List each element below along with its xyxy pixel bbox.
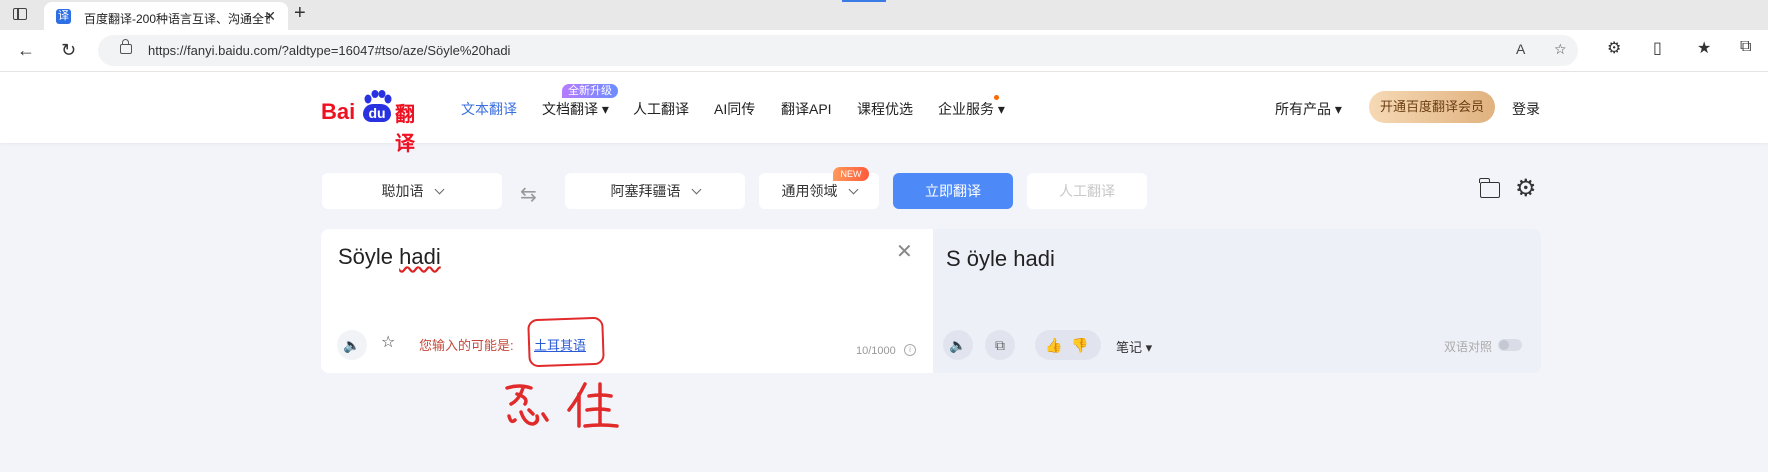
new-tab-icon[interactable]: +: [294, 2, 306, 25]
tab-actions-icon[interactable]: [13, 8, 27, 20]
target-panel: S öyle hadi 🔈 ⧉ 👍 👎 笔记 ▾ 双语对照: [933, 229, 1541, 373]
speaker-icon[interactable]: 🔈: [337, 330, 367, 360]
enterprise-notice-dot: [994, 95, 999, 100]
tab-strip-indicator: [842, 0, 886, 2]
character-counter: 10/1000: [856, 345, 896, 357]
extensions-icon[interactable]: ⚙: [1607, 38, 1621, 58]
star-icon[interactable]: ☆: [381, 332, 395, 352]
address-bar-row: ← ↻ https://fanyi.baidu.com/?aldtype=160…: [0, 30, 1768, 72]
back-icon[interactable]: ←: [17, 39, 35, 61]
nav-document-translate[interactable]: 文档翻译 ▾: [542, 99, 609, 119]
speaker-icon[interactable]: 🔈: [943, 330, 973, 360]
info-icon[interactable]: i: [904, 344, 916, 356]
nav-courses[interactable]: 课程优选: [857, 99, 913, 119]
bilingual-label: 双语对照: [1444, 340, 1493, 354]
chevron-down-icon: [434, 184, 444, 195]
split-screen-icon[interactable]: ▯: [1653, 38, 1662, 58]
baidu-translate-favicon-icon: 译: [56, 9, 71, 24]
logo-product-text: 翻译: [395, 104, 415, 155]
favorite-star-icon[interactable]: ☆: [1554, 41, 1567, 58]
source-text-input[interactable]: Söyle hadi: [338, 244, 441, 270]
annotation-circle: [527, 316, 605, 368]
url-box[interactable]: https://fanyi.baidu.com/?aldtype=16047#t…: [98, 35, 1578, 66]
read-aloud-icon[interactable]: A: [1516, 41, 1525, 57]
new-badge: NEW: [833, 167, 869, 181]
domain-label: 通用领域: [781, 183, 838, 199]
nav-enterprise[interactable]: 企业服务 ▾: [938, 99, 1005, 119]
misspelled-word: hadi: [399, 244, 441, 269]
close-tab-icon[interactable]: ✕: [264, 8, 276, 25]
source-panel: Söyle hadi ✕ 🔈 ☆ 您输入的可能是: 土耳其语 10/1000 i: [321, 229, 933, 373]
swap-languages-icon[interactable]: ⇆: [520, 182, 537, 207]
reload-icon[interactable]: ↻: [61, 39, 76, 61]
browser-tab-bar: 译 百度翻译-200种语言互译、沟通全世界！ ✕ +: [0, 0, 1768, 30]
login-link[interactable]: 登录: [1512, 99, 1540, 119]
bilingual-toggle[interactable]: [1498, 339, 1522, 351]
tab-title: 百度翻译-200种语言互译、沟通全世界！: [84, 12, 270, 26]
url-text[interactable]: https://fanyi.baidu.com/?aldtype=16047#t…: [148, 43, 510, 58]
settings-gear-icon[interactable]: ⚙: [1515, 177, 1537, 201]
logo-bai-text: Bai: [321, 99, 356, 124]
favorites-icon[interactable]: ★: [1697, 38, 1711, 58]
logo-du-text: du: [363, 104, 391, 122]
notes-menu[interactable]: 笔记 ▾: [1116, 337, 1152, 356]
target-language-select[interactable]: 阿塞拜疆语: [565, 173, 745, 209]
collections-icon[interactable]: ⧉: [1740, 38, 1751, 56]
vip-button[interactable]: 开通百度翻译会员: [1369, 91, 1495, 123]
clear-icon[interactable]: ✕: [896, 239, 913, 264]
handwritten-annotation: [505, 382, 619, 428]
all-products-menu[interactable]: 所有产品 ▾: [1275, 99, 1342, 119]
lock-icon[interactable]: [120, 39, 132, 54]
chevron-down-icon: [691, 184, 701, 195]
target-language-label: 阿塞拜疆语: [610, 183, 681, 199]
nav-human-translate[interactable]: 人工翻译: [633, 99, 689, 119]
translation-output: S öyle hadi: [946, 246, 1055, 271]
thumbs-down-icon[interactable]: 👎: [1071, 330, 1088, 360]
nav-text-translate[interactable]: 文本翻译: [461, 99, 517, 119]
chevron-down-icon: [848, 184, 858, 195]
copy-icon[interactable]: ⧉: [985, 330, 1015, 360]
source-language-label: 聪加语: [381, 183, 424, 199]
source-text-prefix: Söyle: [338, 244, 400, 269]
folder-icon[interactable]: [1479, 178, 1500, 198]
upgrade-badge: 全新升级: [562, 84, 618, 98]
human-translate-button[interactable]: 人工翻译: [1027, 173, 1147, 209]
translate-button[interactable]: 立即翻译: [893, 173, 1013, 209]
nav-translate-api[interactable]: 翻译API: [781, 99, 832, 119]
feedback-group: 👍 👎: [1035, 330, 1101, 360]
site-header: Bai du 翻译 文本翻译 全新升级 文档翻译 ▾ 人工翻译 AI同传 翻译A…: [0, 72, 1768, 155]
thumbs-up-icon[interactable]: 👍: [1045, 330, 1062, 360]
language-hint-label: 您输入的可能是:: [419, 338, 514, 353]
nav-ai-interpret[interactable]: AI同传: [714, 99, 755, 119]
source-language-select[interactable]: 聪加语: [322, 173, 502, 209]
browser-tab[interactable]: 译 百度翻译-200种语言互译、沟通全世界！ ✕: [44, 2, 288, 30]
